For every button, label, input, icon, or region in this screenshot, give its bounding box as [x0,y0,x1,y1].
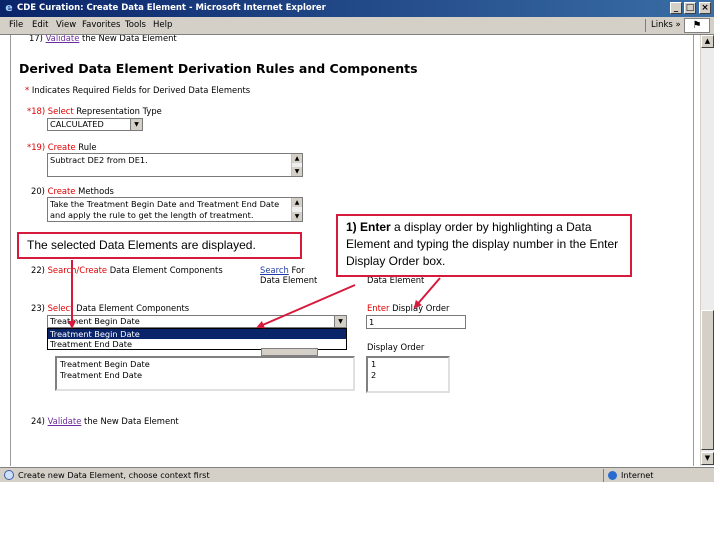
arrow-to-display-order-input [413,277,441,309]
callout-arrows [68,260,441,329]
arrow-to-highlighted-option [256,284,356,329]
